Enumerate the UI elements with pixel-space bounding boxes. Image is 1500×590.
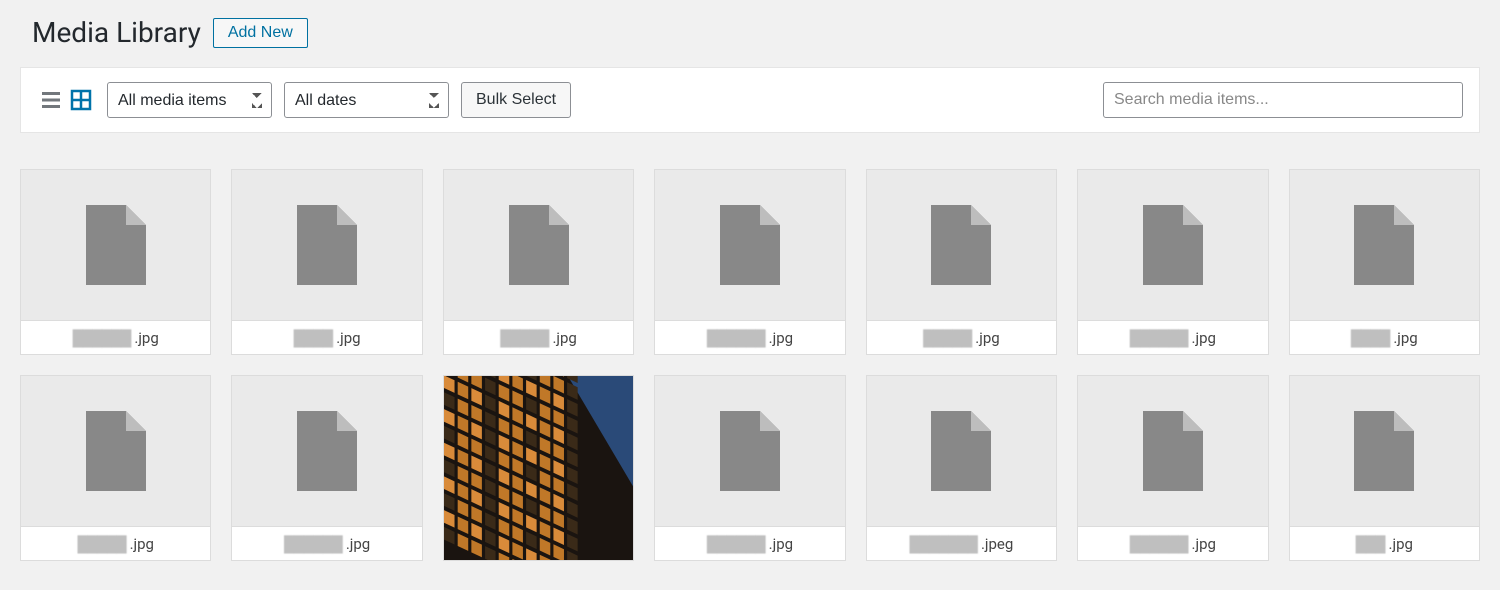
media-filename: ███.jpg: [1290, 526, 1479, 560]
filename-extension: .jpg: [1393, 329, 1417, 347]
document-icon: [1290, 376, 1479, 526]
bulk-select-button[interactable]: Bulk Select: [461, 82, 571, 118]
image-thumbnail: [444, 376, 633, 560]
media-item[interactable]: ██████.jpg: [231, 375, 422, 561]
media-filename: ██████.jpg: [1078, 320, 1267, 354]
media-item[interactable]: ████.jpg: [1289, 169, 1480, 355]
document-icon: [21, 170, 210, 320]
filename-obscured: ██████: [1130, 329, 1188, 347]
media-filename: █████.jpg: [867, 320, 1056, 354]
document-icon: [1290, 170, 1479, 320]
document-icon: [232, 170, 421, 320]
media-item[interactable]: █████ .jpg: [20, 375, 211, 561]
media-item[interactable]: [443, 375, 634, 561]
filename-obscured: █████: [500, 329, 548, 347]
media-item[interactable]: ██████.jpg: [654, 169, 845, 355]
media-item[interactable]: █████.jpg: [866, 169, 1057, 355]
media-item[interactable]: ██████.jpg: [654, 375, 845, 561]
document-icon: [867, 376, 1056, 526]
media-filename: █████.jpg: [444, 320, 633, 354]
page-title: Media Library: [32, 16, 201, 49]
media-type-filter[interactable]: All media items: [107, 82, 272, 118]
media-item[interactable]: ██████.jpg: [1077, 375, 1268, 561]
filename-extension: .jpg: [975, 329, 999, 347]
document-icon: [867, 170, 1056, 320]
media-filename: █████ .jpg: [21, 526, 210, 560]
media-item[interactable]: ███████.jpeg: [866, 375, 1057, 561]
filename-obscured: ██████: [73, 329, 131, 347]
filename-obscured: █████: [923, 329, 971, 347]
media-filename: ██████.jpg: [1078, 526, 1267, 560]
media-filename: ██████.jpg: [655, 320, 844, 354]
media-grid: ██████.jpg████.jpg█████.jpg██████.jpg███…: [20, 169, 1480, 561]
filename-obscured: ██████: [1130, 535, 1188, 553]
view-toggle: [37, 86, 95, 114]
search-input[interactable]: [1103, 82, 1463, 118]
document-icon: [232, 376, 421, 526]
filename-obscured: ██████: [707, 329, 765, 347]
media-item[interactable]: ██████.jpg: [20, 169, 211, 355]
media-filename: ████.jpg: [232, 320, 421, 354]
filename-obscured: ████: [294, 329, 333, 347]
date-filter[interactable]: All dates: [284, 82, 449, 118]
media-toolbar: All media items All dates Bulk Select: [20, 67, 1480, 133]
add-new-button[interactable]: Add New: [213, 18, 308, 48]
filename-obscured: █████: [77, 535, 125, 553]
filename-extension: .jpg: [346, 535, 370, 553]
filename-extension: .jpg: [134, 329, 158, 347]
media-filename: ███████.jpeg: [867, 526, 1056, 560]
media-filename: ████.jpg: [1290, 320, 1479, 354]
filename-extension: .jpg: [769, 535, 793, 553]
filename-extension: .jpg: [552, 329, 576, 347]
document-icon: [655, 376, 844, 526]
media-item[interactable]: █████.jpg: [443, 169, 634, 355]
filename-extension: .jpg: [769, 329, 793, 347]
document-icon: [1078, 376, 1267, 526]
filename-obscured: ██████: [707, 535, 765, 553]
filename-obscured: ████: [1351, 329, 1390, 347]
media-filename: ██████.jpg: [21, 320, 210, 354]
media-filename: ██████.jpg: [232, 526, 421, 560]
filename-extension: .jpg: [1192, 535, 1216, 553]
filename-obscured: ███████: [910, 535, 977, 553]
filename-obscured: ███: [1356, 535, 1385, 553]
document-icon: [1078, 170, 1267, 320]
document-icon: [444, 170, 633, 320]
list-view-icon[interactable]: [37, 86, 65, 114]
filename-extension: .jpeg: [981, 535, 1013, 553]
filename-extension: .jpg: [1192, 329, 1216, 347]
media-item[interactable]: ██████.jpg: [1077, 169, 1268, 355]
filename-extension: .jpg: [336, 329, 360, 347]
media-item[interactable]: ████.jpg: [231, 169, 422, 355]
document-icon: [655, 170, 844, 320]
filename-extension: .jpg: [1389, 535, 1413, 553]
media-item[interactable]: ███.jpg: [1289, 375, 1480, 561]
media-filename: ██████.jpg: [655, 526, 844, 560]
grid-view-icon[interactable]: [67, 86, 95, 114]
filename-extension: .jpg: [130, 535, 154, 553]
filename-obscured: ██████: [284, 535, 342, 553]
document-icon: [21, 376, 210, 526]
